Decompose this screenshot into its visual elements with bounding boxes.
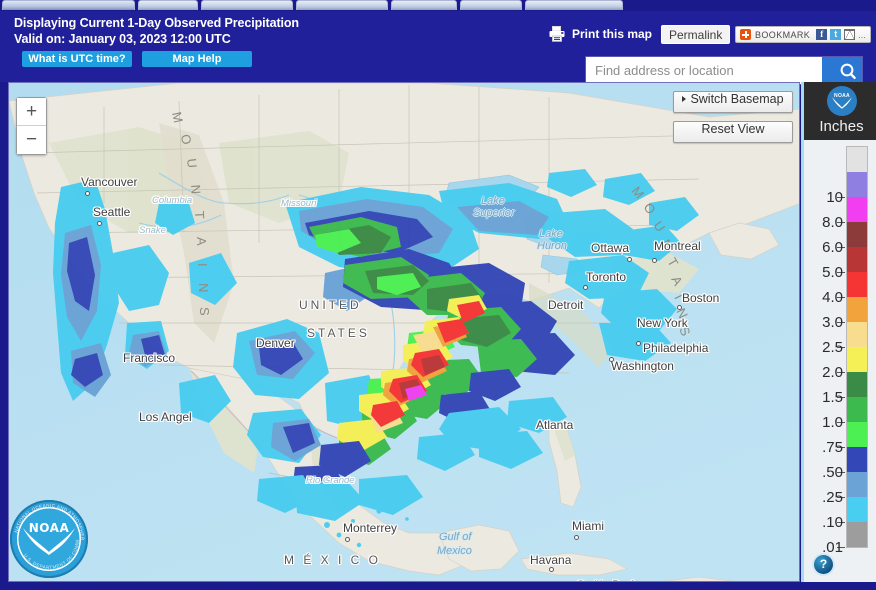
legend-value-5.0: 5.0 bbox=[822, 264, 843, 281]
map-viewport[interactable]: M O U N T A I N S M O U N T A I N S Vanc… bbox=[8, 82, 800, 582]
chevron-right-icon bbox=[682, 96, 687, 102]
legend-value-.25: .25 bbox=[822, 489, 843, 506]
legend-swatch-5.0: 5.0 bbox=[822, 247, 867, 281]
svg-text:A: A bbox=[194, 237, 209, 248]
browser-tab-1[interactable] bbox=[138, 0, 198, 10]
map-basemap: M O U N T A I N S M O U N T A I N S bbox=[9, 83, 799, 581]
svg-text:U: U bbox=[184, 158, 200, 171]
printer-icon bbox=[549, 26, 567, 42]
city-marker bbox=[636, 341, 641, 346]
legend-swatch-4.0: 4.0 bbox=[822, 272, 867, 306]
more-share-options-icon[interactable]: ... bbox=[858, 30, 866, 40]
legend-color-scale: 10 8.0 6.0 5.0 4.0 3.0 2.5 2.0 1.5 1.0 .75 .50 .25 .1… bbox=[822, 146, 868, 556]
city-marker bbox=[549, 567, 554, 572]
legend-value-8.0: 8.0 bbox=[822, 214, 843, 231]
legend-value-.50: .50 bbox=[822, 464, 843, 481]
legend-value-2.0: 2.0 bbox=[822, 364, 843, 381]
facebook-icon[interactable]: f bbox=[816, 29, 828, 40]
switch-basemap-button[interactable]: Switch Basemap bbox=[673, 91, 793, 113]
page-title: Displaying Current 1-Day Observed Precip… bbox=[14, 16, 299, 30]
city-marker bbox=[652, 258, 657, 263]
email-icon[interactable] bbox=[844, 29, 856, 40]
legend-units-label: Inches bbox=[819, 118, 864, 135]
legend-value-.01: .01 bbox=[822, 539, 843, 556]
legend-swatch-8.0: 8.0 bbox=[822, 197, 867, 231]
browser-tab-4[interactable] bbox=[391, 0, 457, 10]
browser-tab-2[interactable] bbox=[201, 0, 293, 10]
legend-value-1.5: 1.5 bbox=[822, 389, 843, 406]
page-header: Displaying Current 1-Day Observed Precip… bbox=[0, 11, 876, 84]
legend-value-10: 10 bbox=[826, 189, 843, 206]
svg-text:NATIONAL OCEANIC AND ATMOSPHER: NATIONAL OCEANIC AND ATMOSPHERIC ADMINIS… bbox=[10, 500, 85, 541]
legend-swatch-.10: .10 bbox=[822, 497, 867, 531]
map-graphics: M O U N T A I N S M O U N T A I N S bbox=[9, 83, 799, 581]
noaa-seagull-small-icon bbox=[832, 97, 852, 109]
legend-swatch-.75: .75 bbox=[822, 422, 867, 456]
tab-strip bbox=[0, 0, 876, 11]
browser-tab-6[interactable] bbox=[525, 0, 623, 10]
legend-swatch-6.0: 6.0 bbox=[822, 222, 867, 256]
legend-value-2.5: 2.5 bbox=[822, 339, 843, 356]
legend-swatch-.25: .25 bbox=[822, 472, 867, 506]
legend-swatch-.50: .50 bbox=[822, 447, 867, 481]
legend-value-1.0: 1.0 bbox=[822, 414, 843, 431]
legend-swatch-top bbox=[847, 147, 867, 172]
legend-value-4.0: 4.0 bbox=[822, 289, 843, 306]
switch-basemap-label: Switch Basemap bbox=[690, 92, 784, 106]
what-is-utc-time-button[interactable]: What is UTC time? bbox=[22, 51, 132, 67]
precipitation-legend: NOAA Inches 10 8.0 6.0 5.0 4.0 3.0 2.5 2.0 1.5 1.… bbox=[801, 82, 876, 582]
noaa-logo-small: NOAA bbox=[827, 86, 857, 116]
city-marker bbox=[345, 537, 350, 542]
legend-swatch-10: 10 bbox=[826, 172, 867, 206]
bookmark-label: BOOKMARK bbox=[755, 29, 811, 40]
svg-text:S: S bbox=[197, 307, 212, 318]
legend-header: NOAA Inches bbox=[804, 82, 876, 140]
search-input[interactable] bbox=[586, 57, 822, 84]
zoom-out-button[interactable]: − bbox=[17, 126, 46, 154]
twitter-icon[interactable]: t bbox=[830, 29, 842, 40]
location-search bbox=[586, 57, 862, 84]
permalink-button[interactable]: Permalink bbox=[661, 25, 731, 44]
map-help-button[interactable]: Map Help bbox=[142, 51, 252, 67]
city-marker bbox=[583, 285, 588, 290]
svg-text:N: N bbox=[196, 283, 211, 294]
city-marker bbox=[97, 221, 102, 226]
noaa-seal-ring-text: NATIONAL OCEANIC AND ATMOSPHERIC ADMINIS… bbox=[10, 500, 85, 570]
browser-tab-0[interactable] bbox=[2, 0, 135, 10]
legend-swatch-1.0: 1.0 bbox=[822, 397, 867, 431]
legend-value-.75: .75 bbox=[822, 439, 843, 456]
legend-swatch-1.5: 1.5 bbox=[822, 372, 867, 406]
legend-value-.10: .10 bbox=[822, 514, 843, 531]
svg-text:O: O bbox=[178, 133, 195, 147]
svg-text:N: N bbox=[188, 184, 204, 196]
reset-view-button[interactable]: Reset View bbox=[673, 121, 793, 143]
zoom-in-button[interactable]: + bbox=[17, 98, 46, 126]
legend-swatch-2.0: 2.0 bbox=[822, 347, 867, 381]
valid-time-text: Valid on: January 03, 2023 12:00 UTC bbox=[14, 32, 231, 46]
help-button[interactable]: ? bbox=[814, 555, 833, 574]
city-marker bbox=[677, 305, 682, 310]
precipitation-map-app: Displaying Current 1-Day Observed Precip… bbox=[0, 0, 876, 590]
svg-text:T: T bbox=[192, 211, 207, 221]
city-marker bbox=[627, 257, 632, 262]
browser-tab-3[interactable] bbox=[296, 0, 388, 10]
bookmark-share-bar[interactable]: BOOKMARK f t ... bbox=[735, 26, 871, 43]
legend-swatch-.01: .01 bbox=[822, 522, 867, 556]
search-button[interactable] bbox=[822, 57, 862, 84]
zoom-controls[interactable]: + − bbox=[16, 97, 47, 155]
legend-swatch-3.0: 3.0 bbox=[822, 297, 867, 331]
add-bookmark-icon[interactable] bbox=[740, 29, 751, 40]
legend-body: 10 8.0 6.0 5.0 4.0 3.0 2.5 2.0 1.5 1.0 .75 .50 .25 .1… bbox=[804, 140, 876, 582]
city-marker bbox=[85, 191, 90, 196]
legend-swatch-2.5: 2.5 bbox=[822, 322, 867, 356]
svg-text:I: I bbox=[195, 263, 210, 269]
browser-tab-5[interactable] bbox=[460, 0, 522, 10]
legend-value-3.0: 3.0 bbox=[822, 314, 843, 331]
legend-value-6.0: 6.0 bbox=[822, 239, 843, 256]
noaa-seal-logo: NOAA NATIONAL OCEANIC AND ATMOSPHERIC AD… bbox=[10, 500, 88, 578]
city-marker bbox=[574, 535, 579, 540]
print-this-map-label: Print this map bbox=[572, 27, 653, 41]
city-marker bbox=[609, 357, 614, 362]
print-this-map-button[interactable]: Print this map bbox=[549, 26, 652, 42]
